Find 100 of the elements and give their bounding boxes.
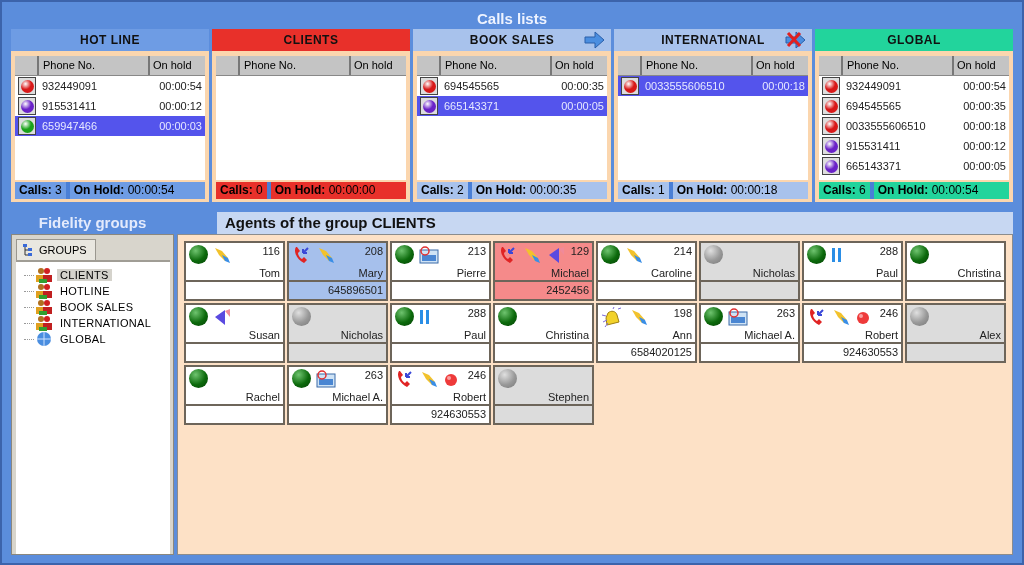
calls-count: Calls: 0 [216,182,267,199]
column-header: On hold [554,58,595,73]
agent-card[interactable]: 208 Mary 645896501 [287,241,388,301]
agent-name: Christina [545,329,589,341]
agent-card[interactable]: Susan [184,303,285,363]
phone-icon [498,245,518,265]
agent-card[interactable]: Nicholas [699,241,800,301]
status-dot-icon [395,307,414,326]
agent-card[interactable]: 116 Tom [184,241,285,301]
extension-number: 129 [570,245,589,257]
status-dot-icon [395,245,414,264]
status-dot-icon [704,245,723,264]
globe-icon [35,331,53,347]
status-dot-icon [189,307,208,326]
window-title: Calls lists [476,9,547,29]
extension-number: 288 [467,307,486,319]
hold-time: 00:00:54 [962,80,1007,92]
people-icon [35,299,53,315]
status-dot-icon [601,245,620,264]
caller-number: 2452456 [495,280,592,299]
call-row[interactable]: 0033555606510 00:00:18 [819,116,1009,136]
extension-number: 214 [673,245,692,257]
phone-number: 694545565 [443,80,501,92]
status-dot-icon [910,307,929,326]
column-header: On hold [755,58,796,73]
agent-card[interactable]: 288 Paul [802,241,903,301]
call-row[interactable]: 694545565 00:00:35 [819,96,1009,116]
extension-number: 263 [776,307,795,319]
call-row[interactable]: 694545565 00:00:35 [417,76,607,96]
call-row[interactable]: 0033555606510 00:00:18 [618,76,808,96]
tree-item[interactable]: INTERNATIONAL [57,317,155,329]
agent-card[interactable]: 246 Robert 924630553 [390,365,491,425]
tree-item[interactable]: GLOBAL [57,333,109,345]
status-dot-icon [807,245,826,264]
agent-name: Mary [358,267,383,279]
agent-card[interactable]: 198 Ann 6584020125 [596,303,697,363]
agent-name: Caroline [651,267,692,279]
call-row[interactable]: 915531411 00:00:12 [15,96,205,116]
agent-card[interactable]: 288 Paul [390,303,491,363]
call-row[interactable]: 932449091 00:00:54 [15,76,205,96]
column-header: On hold [152,58,193,73]
agent-name: Michael A. [744,329,795,341]
call-row[interactable]: 915531411 00:00:12 [819,136,1009,156]
agent-name: Pierre [456,267,486,279]
extension-number: 208 [364,245,383,257]
tree-item[interactable]: CLIENTS [57,269,112,281]
list-title: CLIENTS [283,33,339,47]
phone-number: 915531411 [41,100,98,112]
call-row[interactable]: 659947466 00:00:03 [15,116,205,136]
extension-number: 263 [364,369,383,381]
agent-name: Paul [463,329,486,341]
plug-icon [419,369,439,389]
agent-name: Tom [259,267,280,279]
agent-card[interactable]: 246 Robert 924630553 [802,303,903,363]
groups-tab[interactable]: GROUPS [16,239,96,260]
hold-time: 00:00:18 [761,80,806,92]
agent-card[interactable]: Rachel [184,365,285,425]
agent-card[interactable]: 129 Michael 2452456 [493,241,594,301]
extension-number: 213 [467,245,486,257]
calls-count: Calls: 6 [819,182,870,199]
hold-time: 00:00:18 [962,120,1007,132]
agent-card[interactable]: 214 Caroline [596,241,697,301]
status-dot-icon [292,369,311,388]
phone-number: 659947466 [41,120,99,132]
call-row[interactable]: 932449091 00:00:54 [819,76,1009,96]
phone-number: 665143371 [845,160,903,172]
tree-item[interactable]: HOTLINE [57,285,113,297]
agent-card[interactable]: Alex [905,303,1006,363]
hold-total: On Hold: 00:00:35 [471,182,607,199]
agent-card[interactable]: Nicholas [287,303,388,363]
agent-card[interactable]: Christina [905,241,1006,301]
phone-number: 0033555606510 [644,80,726,92]
tree-icon [22,243,34,257]
hold-total: On Hold: 00:00:00 [270,182,406,199]
call-row[interactable]: 665143371 00:00:05 [417,96,607,116]
agent-name: Robert [452,391,486,403]
caller-number: 645896501 [289,280,386,299]
agent-card[interactable]: 263 Michael A. [699,303,800,363]
list-title: INTERNATIONAL [661,33,765,47]
tree-item[interactable]: BOOK SALES [57,301,137,313]
phone-number: 915531411 [845,140,902,152]
column-header: On hold [353,58,394,73]
phone-number: 694545565 [845,100,903,112]
agent-name: Nicholas [340,329,383,341]
agent-card[interactable]: 263 Michael A. [287,365,388,425]
phone-number: 665143371 [443,100,501,112]
status-dot-icon [498,307,517,326]
plug-icon [629,307,649,327]
agent-card[interactable]: 213 Pierre [390,241,491,301]
status-dot-icon [910,245,929,264]
status-dot-icon [704,307,723,326]
list-title: BOOK SALES [469,33,555,47]
agent-card[interactable]: Stephen [493,365,594,425]
call-row[interactable]: 665143371 00:00:05 [819,156,1009,176]
hold-total: On Hold: 00:00:54 [69,182,205,199]
agent-card[interactable]: Christina [493,303,594,363]
agent-name: Nicholas [752,267,795,279]
hold-time: 00:00:35 [962,100,1007,112]
plug-icon [522,245,542,265]
agent-name: Robert [864,329,898,341]
